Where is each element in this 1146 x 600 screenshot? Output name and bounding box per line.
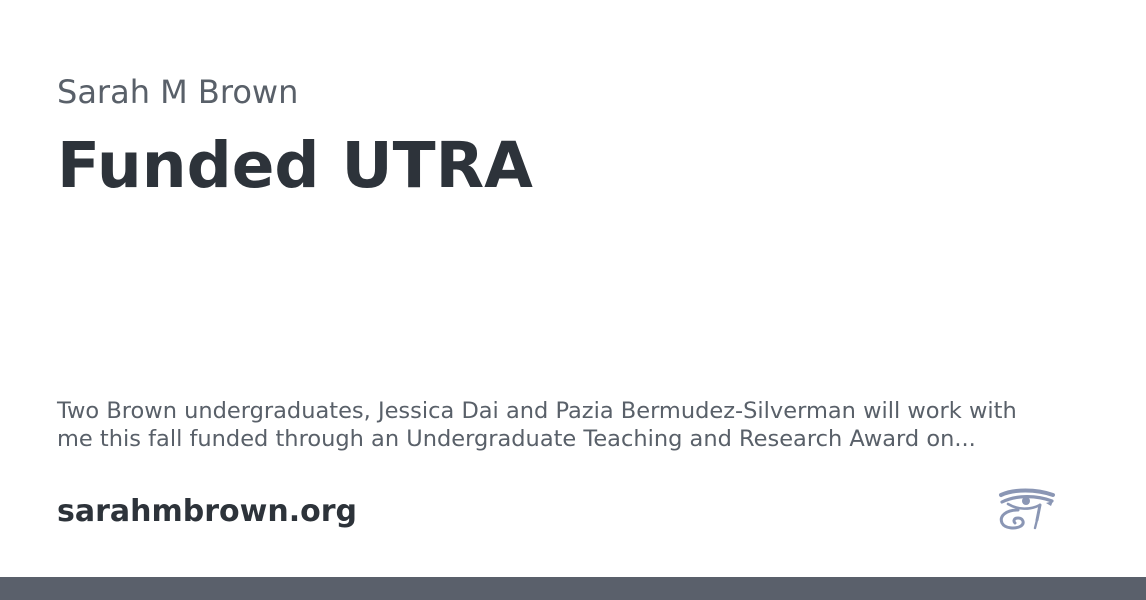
social-preview-card: Sarah M Brown Funded UTRA Two Brown unde…	[0, 0, 1146, 600]
eye-of-horus-icon	[999, 488, 1055, 530]
site-domain: sarahmbrown.org	[57, 494, 357, 529]
post-excerpt: Two Brown undergraduates, Jessica Dai an…	[57, 398, 1017, 452]
page-title: Funded UTRA	[57, 129, 533, 202]
author-name: Sarah M Brown	[57, 73, 299, 111]
footer-bar	[0, 577, 1146, 600]
